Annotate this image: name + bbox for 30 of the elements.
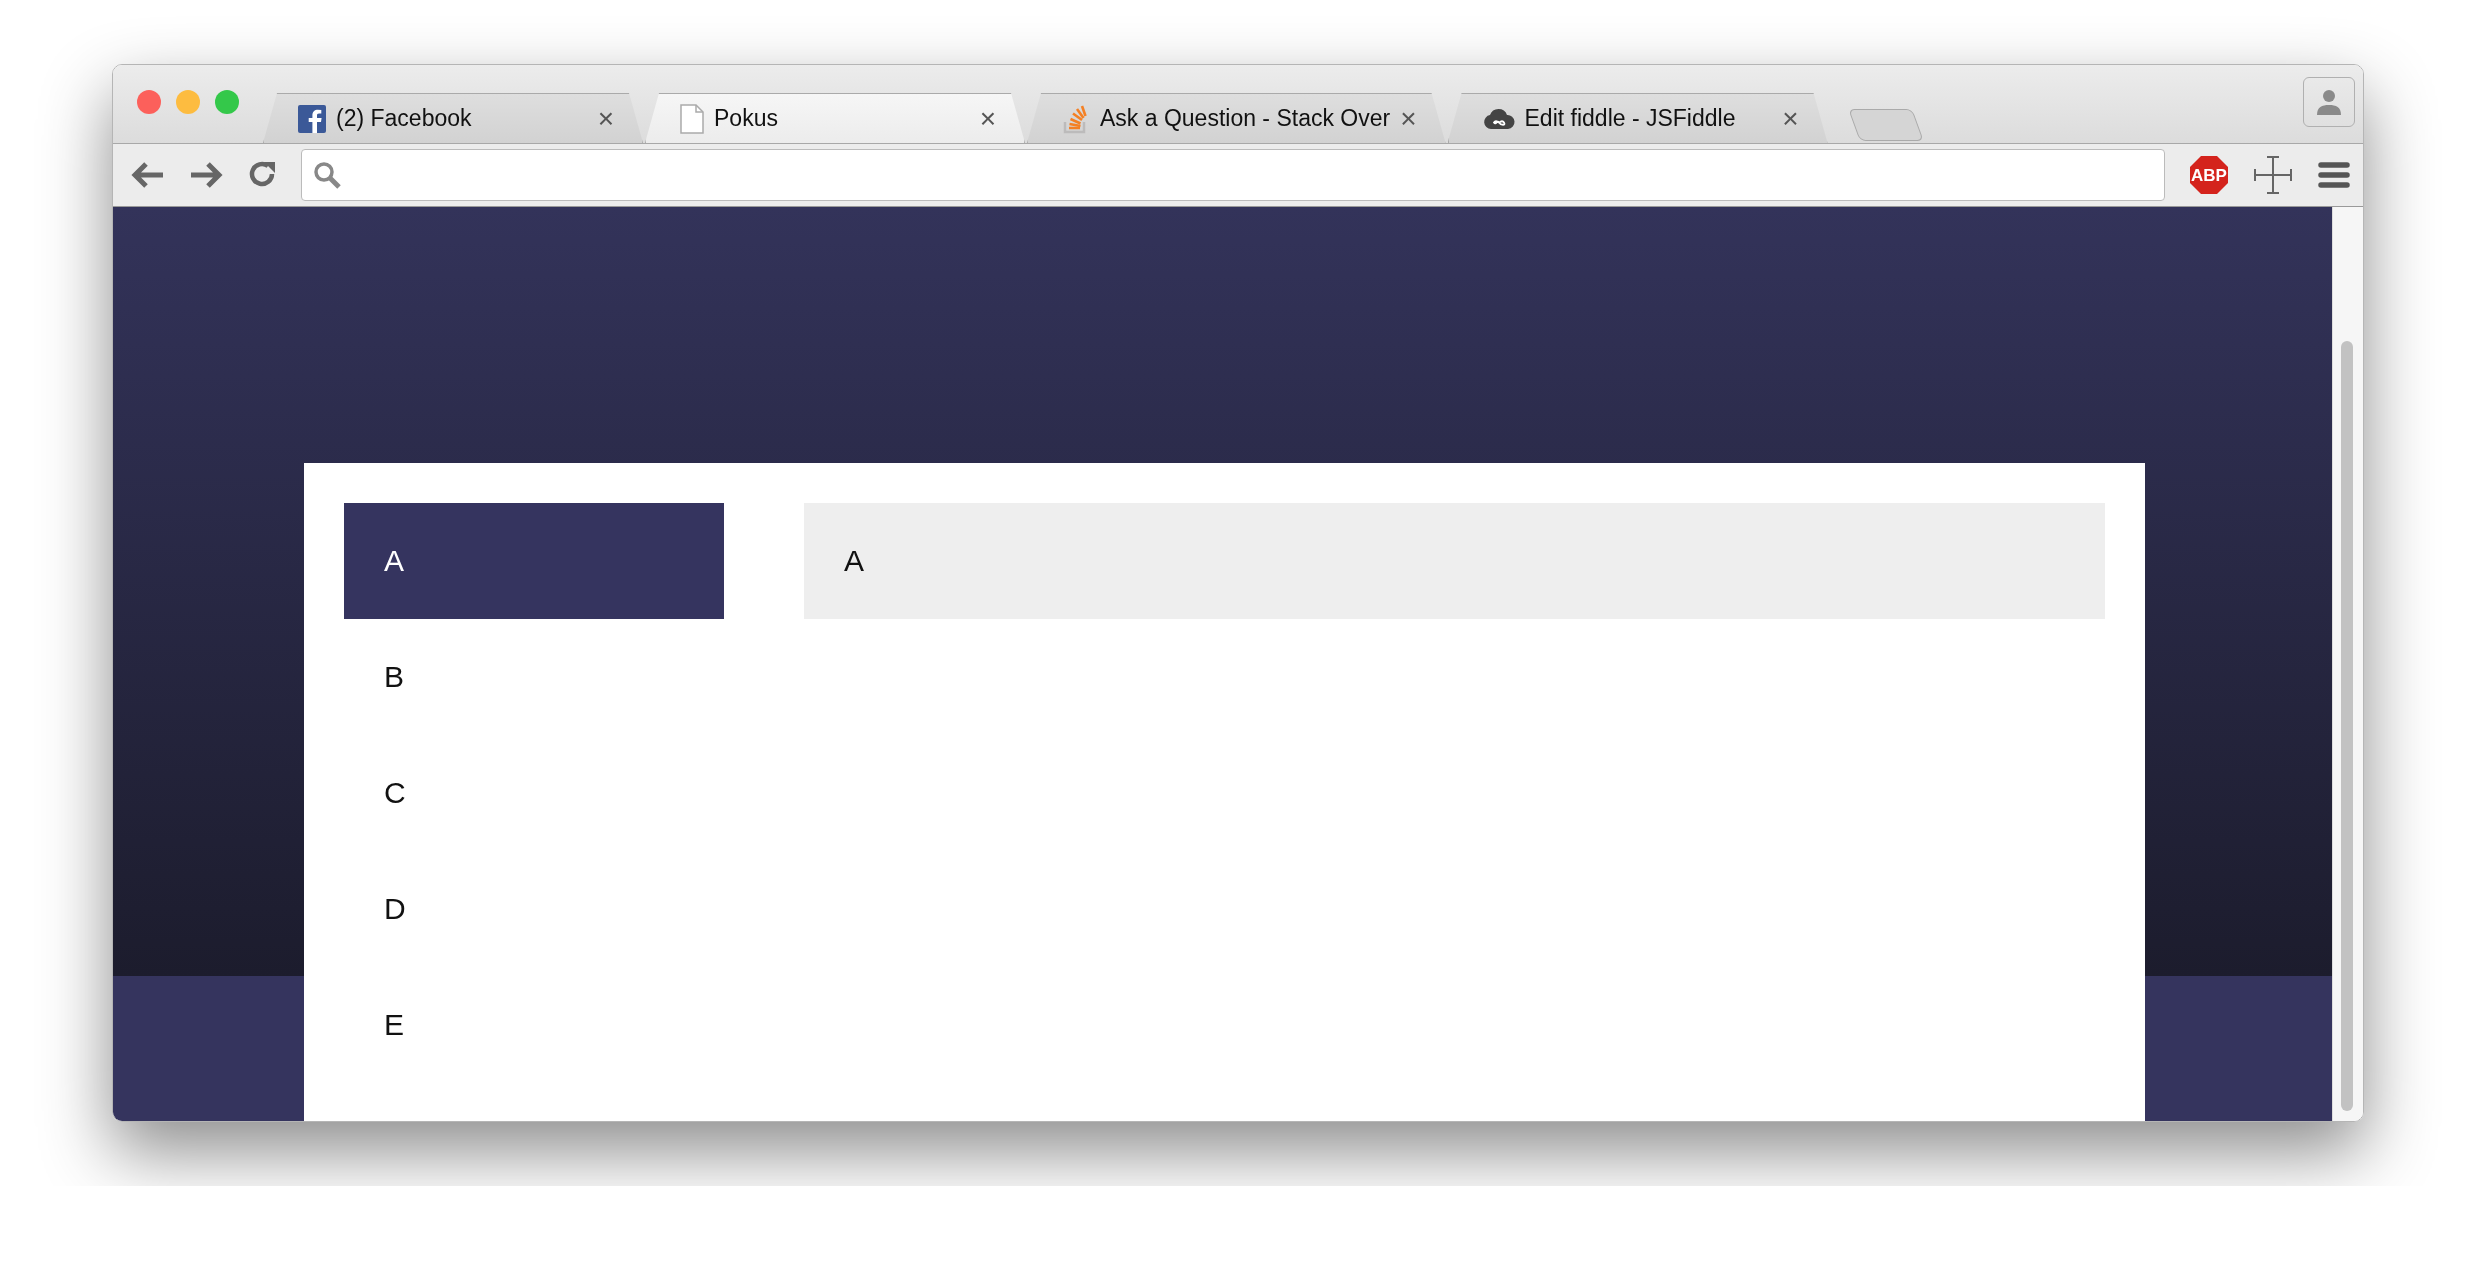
cloud-icon	[1482, 106, 1515, 131]
menu-item[interactable]: D	[344, 851, 724, 967]
forward-arrow-icon[interactable]	[189, 161, 223, 189]
menu-item[interactable]: E	[344, 967, 724, 1083]
close-tab-button[interactable]: ×	[1782, 104, 1799, 133]
stack-icon	[1062, 103, 1090, 134]
menu-item[interactable]: A	[344, 503, 724, 619]
browser-tab[interactable]: Pokus ×	[645, 93, 1025, 143]
close-tab-button[interactable]: ×	[1400, 104, 1417, 133]
facebook-icon	[298, 104, 326, 133]
menu-icon[interactable]	[2317, 161, 2351, 189]
search-icon	[312, 160, 342, 190]
content-panel: A	[804, 503, 2105, 619]
crosshair-icon[interactable]	[2253, 155, 2293, 195]
close-tab-button[interactable]: ×	[979, 104, 996, 133]
page-icon	[680, 103, 704, 134]
close-window-button[interactable]	[137, 90, 161, 114]
browser-tab[interactable]: Edit fiddle - JSFiddle ×	[1447, 93, 1828, 143]
menu-item[interactable]: B	[344, 619, 724, 735]
person-icon	[2316, 89, 2342, 115]
browser-tab[interactable]: Ask a Question - Stack Over ×	[1027, 93, 1446, 143]
address-bar[interactable]	[301, 149, 2165, 201]
scrollbar-thumb[interactable]	[2341, 341, 2353, 1111]
zoom-window-button[interactable]	[215, 90, 239, 114]
stop-sign-icon[interactable]: ABP	[2189, 155, 2229, 195]
menu-item[interactable]: C	[344, 735, 724, 851]
back-arrow-icon[interactable]	[131, 161, 165, 189]
browser-tab[interactable]: (2) Facebook ×	[263, 93, 643, 143]
profile-button[interactable]	[2303, 77, 2355, 127]
close-tab-button[interactable]: ×	[597, 104, 614, 133]
